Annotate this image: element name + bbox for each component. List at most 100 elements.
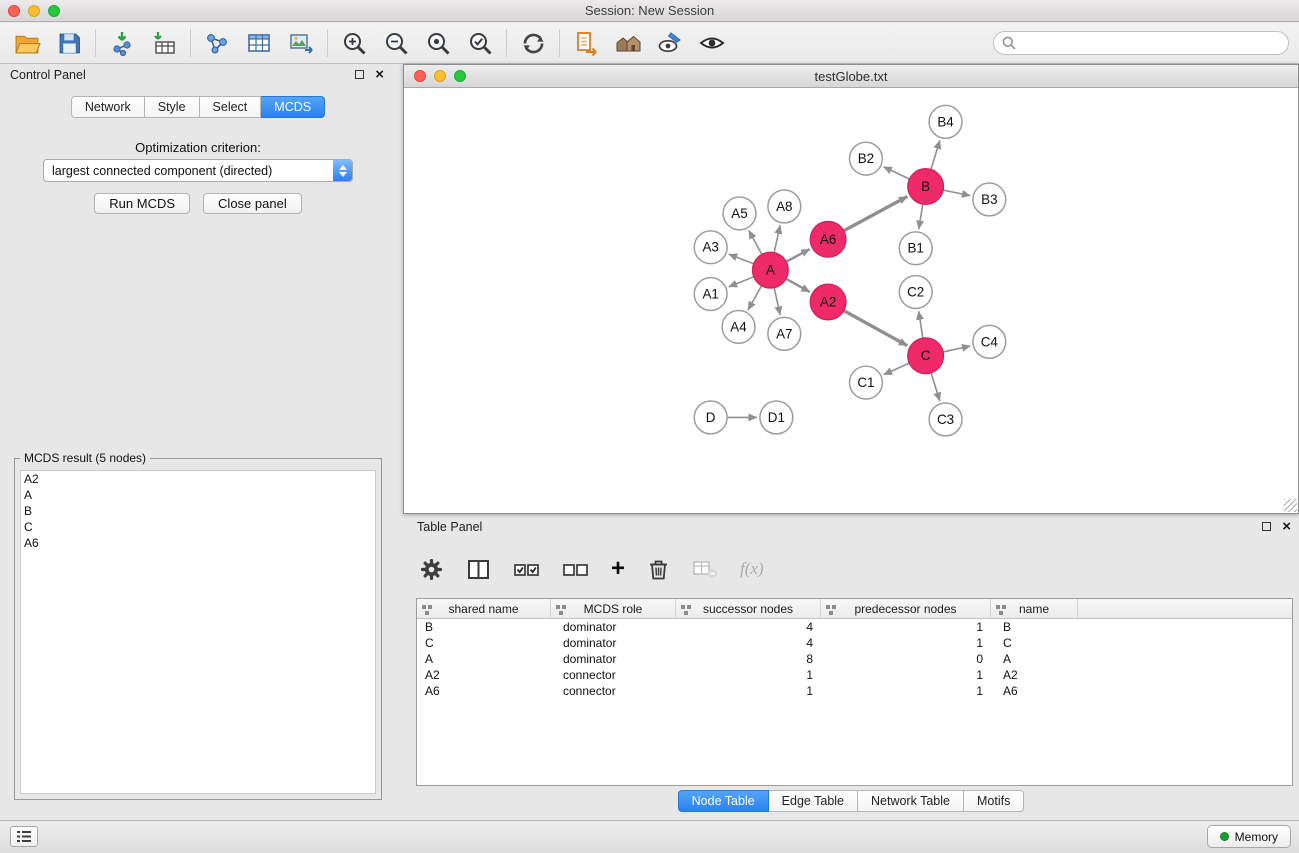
cell-name[interactable]: B xyxy=(991,619,1078,635)
mcds-result-item[interactable]: B xyxy=(21,503,375,519)
window-resize-handle[interactable] xyxy=(1284,499,1297,512)
cell-predecessor-nodes[interactable]: 1 xyxy=(821,667,991,683)
table-row[interactable]: Bdominator41B xyxy=(417,619,1292,635)
show-graphics-details-button[interactable] xyxy=(691,25,733,61)
graph-edge-A-A1[interactable] xyxy=(729,277,754,287)
mcds-result-list[interactable]: A2ABCA6 xyxy=(20,470,376,794)
tab-node-table[interactable]: Node Table xyxy=(678,790,769,812)
column-header-successor-nodes[interactable]: successor nodes xyxy=(676,599,821,618)
cell-name[interactable]: C xyxy=(991,635,1078,651)
cell-predecessor-nodes[interactable]: 1 xyxy=(821,635,991,651)
cell-shared-name[interactable]: C xyxy=(417,635,551,651)
zoom-in-button[interactable] xyxy=(333,25,375,61)
graph-edge-C-C2[interactable] xyxy=(919,311,923,338)
cell-MCDS-role[interactable]: connector xyxy=(551,683,676,699)
mcds-result-item[interactable]: A2 xyxy=(21,471,375,487)
import-table-button[interactable] xyxy=(143,25,185,61)
cell-successor-nodes[interactable]: 1 xyxy=(676,667,821,683)
column-header-shared-name[interactable]: shared name xyxy=(417,599,551,618)
import-network-button[interactable] xyxy=(101,25,143,61)
graph-edge-A-A2[interactable] xyxy=(786,279,810,292)
delete-column-button[interactable] xyxy=(647,557,670,581)
search-input[interactable] xyxy=(1021,36,1280,50)
zoom-selected-button[interactable] xyxy=(459,25,501,61)
cell-shared-name[interactable]: A xyxy=(417,651,551,667)
tab-network[interactable]: Network xyxy=(71,96,145,118)
minimize-network-window-button[interactable] xyxy=(434,70,446,82)
column-header-MCDS-role[interactable]: MCDS role xyxy=(551,599,676,618)
delete-table-button[interactable] xyxy=(692,558,718,580)
cell-successor-nodes[interactable]: 4 xyxy=(676,635,821,651)
table-row[interactable]: Adominator80A xyxy=(417,651,1292,667)
session-home-button[interactable] xyxy=(607,25,649,61)
function-builder-button[interactable]: f(x) xyxy=(740,559,764,579)
cell-name[interactable]: A6 xyxy=(991,683,1078,699)
cell-shared-name[interactable]: A2 xyxy=(417,667,551,683)
graph-edge-A-A8[interactable] xyxy=(774,225,780,252)
cell-successor-nodes[interactable]: 1 xyxy=(676,683,821,699)
apply-style-button[interactable] xyxy=(649,25,691,61)
task-history-button[interactable] xyxy=(10,826,38,847)
graph-edge-A2-C[interactable] xyxy=(844,311,907,346)
refresh-view-button[interactable] xyxy=(512,25,554,61)
mcds-result-item[interactable]: C xyxy=(21,519,375,535)
cell-successor-nodes[interactable]: 4 xyxy=(676,619,821,635)
network-canvas[interactable]: B4B2BB3A8A5A6A3B1AC2A1A2A4A7C4CC1C3DD1 xyxy=(406,89,1296,511)
tab-edge-table[interactable]: Edge Table xyxy=(769,790,858,812)
graph-edge-C-C4[interactable] xyxy=(943,346,970,352)
cell-MCDS-role[interactable]: connector xyxy=(551,667,676,683)
close-panel-icon[interactable]: × xyxy=(1282,521,1291,532)
graph-edge-A-A3[interactable] xyxy=(729,254,754,264)
show-columns-button[interactable] xyxy=(466,558,491,581)
table-row[interactable]: Cdominator41C xyxy=(417,635,1292,651)
mcds-result-item[interactable]: A xyxy=(21,487,375,503)
select-all-rows-button[interactable] xyxy=(513,559,540,580)
zoom-network-window-button[interactable] xyxy=(454,70,466,82)
table-row[interactable]: A2connector11A2 xyxy=(417,667,1292,683)
create-column-button[interactable]: + xyxy=(611,559,625,579)
close-panel-icon[interactable]: × xyxy=(375,69,384,80)
cell-predecessor-nodes[interactable]: 1 xyxy=(821,619,991,635)
search-box[interactable] xyxy=(993,31,1289,55)
duplicate-network-button[interactable] xyxy=(565,25,607,61)
save-session-button[interactable] xyxy=(48,25,90,61)
table-row[interactable]: A6connector11A6 xyxy=(417,683,1292,699)
float-panel-icon[interactable] xyxy=(1262,522,1271,531)
memory-button[interactable]: Memory xyxy=(1207,825,1291,848)
tab-mcds[interactable]: MCDS xyxy=(261,96,325,118)
graph-edge-A6-B[interactable] xyxy=(844,196,907,230)
float-panel-icon[interactable] xyxy=(355,70,364,79)
criterion-dropdown[interactable]: largest connected component (directed) xyxy=(43,159,353,182)
network-window-titlebar[interactable]: testGlobe.txt xyxy=(404,65,1298,88)
zoom-fit-button[interactable] xyxy=(417,25,459,61)
graph-edge-B-B2[interactable] xyxy=(884,167,910,179)
tab-motifs[interactable]: Motifs xyxy=(964,790,1024,812)
mcds-result-item[interactable]: A6 xyxy=(21,535,375,551)
new-network-button[interactable] xyxy=(196,25,238,61)
export-image-button[interactable] xyxy=(280,25,322,61)
cell-predecessor-nodes[interactable]: 1 xyxy=(821,683,991,699)
network-graph[interactable]: B4B2BB3A8A5A6A3B1AC2A1A2A4A7C4CC1C3DD1 xyxy=(406,89,1296,511)
cell-MCDS-role[interactable]: dominator xyxy=(551,651,676,667)
new-table-button[interactable] xyxy=(238,25,280,61)
graph-edge-C-C3[interactable] xyxy=(931,373,940,401)
graph-edge-A-A6[interactable] xyxy=(786,249,809,262)
graph-edge-C-C1[interactable] xyxy=(884,363,910,375)
deselect-all-rows-button[interactable] xyxy=(562,559,589,580)
graph-edge-A-A4[interactable] xyxy=(748,286,762,310)
tab-select[interactable]: Select xyxy=(200,96,262,118)
column-header-name[interactable]: name xyxy=(991,599,1078,618)
column-header-predecessor-nodes[interactable]: predecessor nodes xyxy=(821,599,991,618)
close-panel-button[interactable]: Close panel xyxy=(203,193,302,214)
tab-style[interactable]: Style xyxy=(145,96,200,118)
graph-edge-B-B4[interactable] xyxy=(931,140,940,169)
cell-name[interactable]: A xyxy=(991,651,1078,667)
table-settings-button[interactable] xyxy=(419,557,444,582)
tab-network-table[interactable]: Network Table xyxy=(858,790,964,812)
graph-edge-B-B1[interactable] xyxy=(919,204,923,229)
cell-shared-name[interactable]: B xyxy=(417,619,551,635)
cell-predecessor-nodes[interactable]: 0 xyxy=(821,651,991,667)
graph-edge-A-A7[interactable] xyxy=(774,288,780,315)
zoom-out-button[interactable] xyxy=(375,25,417,61)
cell-MCDS-role[interactable]: dominator xyxy=(551,619,676,635)
